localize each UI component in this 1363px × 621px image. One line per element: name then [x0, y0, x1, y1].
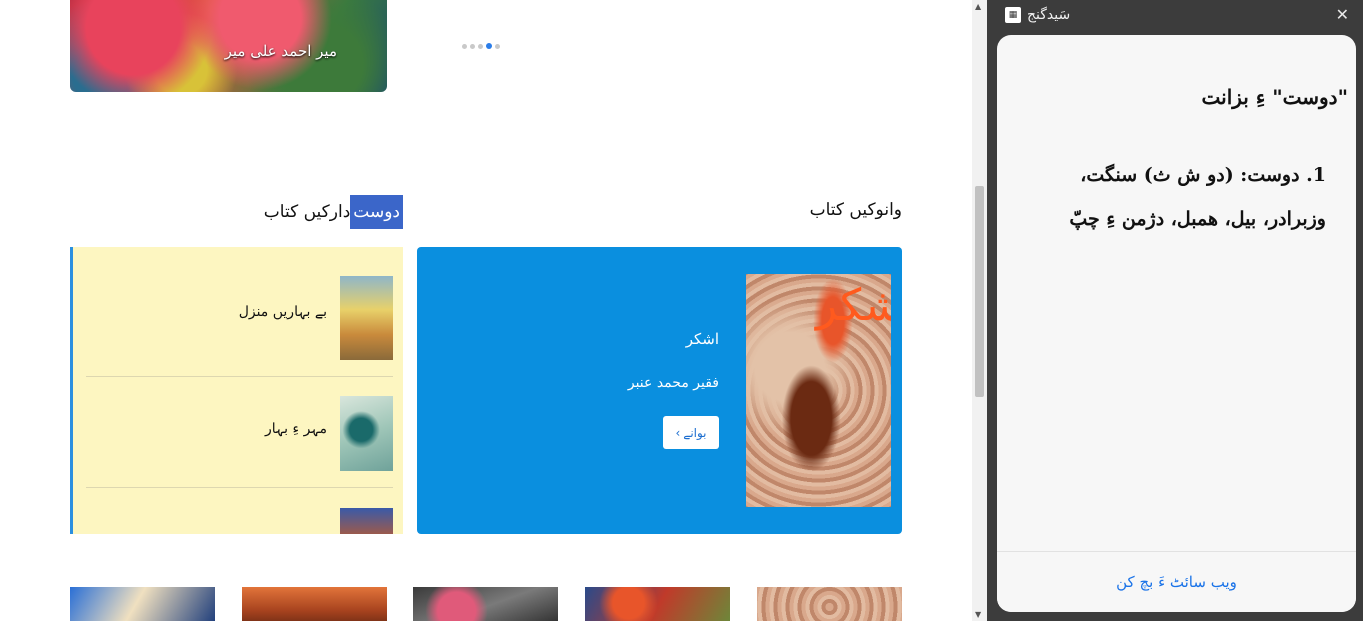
- book-thumbnail[interactable]: [585, 587, 730, 621]
- book-thumbnail[interactable]: [340, 276, 393, 360]
- dictionary-side-panel: ▦ سَیدگنج ✕ "دوست" ءِ بزانت 1. دوست: (دو…: [987, 0, 1363, 621]
- scroll-up-icon[interactable]: ▲: [975, 2, 981, 11]
- friend-books-heading: دوستدارکیں کتاب: [264, 195, 403, 229]
- page-scrollbar[interactable]: ▲ ▼: [972, 0, 987, 621]
- carousel-dot[interactable]: [495, 44, 500, 49]
- book-thumbnail[interactable]: [70, 587, 215, 621]
- extension-logo-icon: ▦: [1005, 7, 1021, 23]
- book-title[interactable]: بے بہاریں منزل: [239, 304, 327, 320]
- hero-cover-author: میر احمد علی میر: [224, 42, 337, 60]
- scroll-down-icon[interactable]: ▼: [975, 610, 981, 619]
- hero-book-cover[interactable]: میر احمد علی میر: [70, 0, 387, 92]
- read-button-label: بوانے: [683, 425, 707, 440]
- new-books-heading: وانوکیں کتاب: [809, 200, 902, 220]
- featured-book-author[interactable]: فقیر محمد عنبر: [628, 375, 719, 391]
- list-item[interactable]: مہر ءِ بہار: [86, 377, 393, 488]
- featured-book-cover[interactable]: اشکر: [746, 274, 891, 507]
- read-button[interactable]: بوانے ›: [663, 416, 719, 449]
- word-heading: "دوست" ءِ بزانت: [1201, 85, 1349, 109]
- close-icon[interactable]: ✕: [1336, 5, 1349, 24]
- definition-card: "دوست" ءِ بزانت 1. دوست: (دو ش ث) سنگت، …: [997, 35, 1356, 612]
- book-thumbnail[interactable]: [757, 587, 902, 621]
- search-website-link[interactable]: ویب سائٹ ءَ بچ کن: [1116, 573, 1237, 591]
- list-item[interactable]: بے بہاریں منزل: [86, 266, 393, 377]
- side-panel-header: ▦ سَیدگنج ✕: [987, 0, 1363, 32]
- book-title[interactable]: مہر ءِ بہار: [265, 421, 327, 437]
- friend-books-heading-rest: دارکیں کتاب: [263, 202, 351, 222]
- scrollbar-thumb[interactable]: [975, 186, 984, 397]
- book-thumbnail[interactable]: [340, 508, 393, 534]
- word-definition: 1. دوست: (دو ش ث) سنگت، وزبرادر، بیل، ھم…: [1069, 164, 1326, 230]
- carousel-dots: [462, 43, 500, 49]
- featured-book-title[interactable]: اشکر: [686, 330, 719, 348]
- book-thumbnail[interactable]: [413, 587, 558, 621]
- carousel-dot[interactable]: [462, 44, 467, 49]
- book-thumbnail[interactable]: [242, 587, 387, 621]
- side-panel-title: سَیدگنج: [1027, 7, 1071, 23]
- book-thumbnail[interactable]: [340, 396, 393, 471]
- search-highlight: دوست: [350, 195, 403, 229]
- featured-cover-title: اشکر: [816, 280, 891, 331]
- featured-book-card: اشکر اشکر فقیر محمد عنبر بوانے ›: [417, 247, 902, 534]
- chevron-right-icon: ›: [675, 425, 681, 440]
- side-panel-footer: ویب سائٹ ءَ بچ کن: [997, 551, 1356, 612]
- carousel-dot[interactable]: [470, 44, 475, 49]
- main-page: میر احمد علی میر وانوکیں کتاب دوستدارکیں…: [0, 0, 972, 621]
- list-item[interactable]: [86, 488, 393, 534]
- carousel-dot-active[interactable]: [486, 43, 492, 49]
- book-grid-row: [70, 587, 902, 621]
- definition-body: "دوست" ءِ بزانت 1. دوست: (دو ش ث) سنگت، …: [997, 35, 1356, 551]
- friend-books-list: بے بہاریں منزل مہر ءِ بہار: [70, 247, 403, 534]
- carousel-dot[interactable]: [478, 44, 483, 49]
